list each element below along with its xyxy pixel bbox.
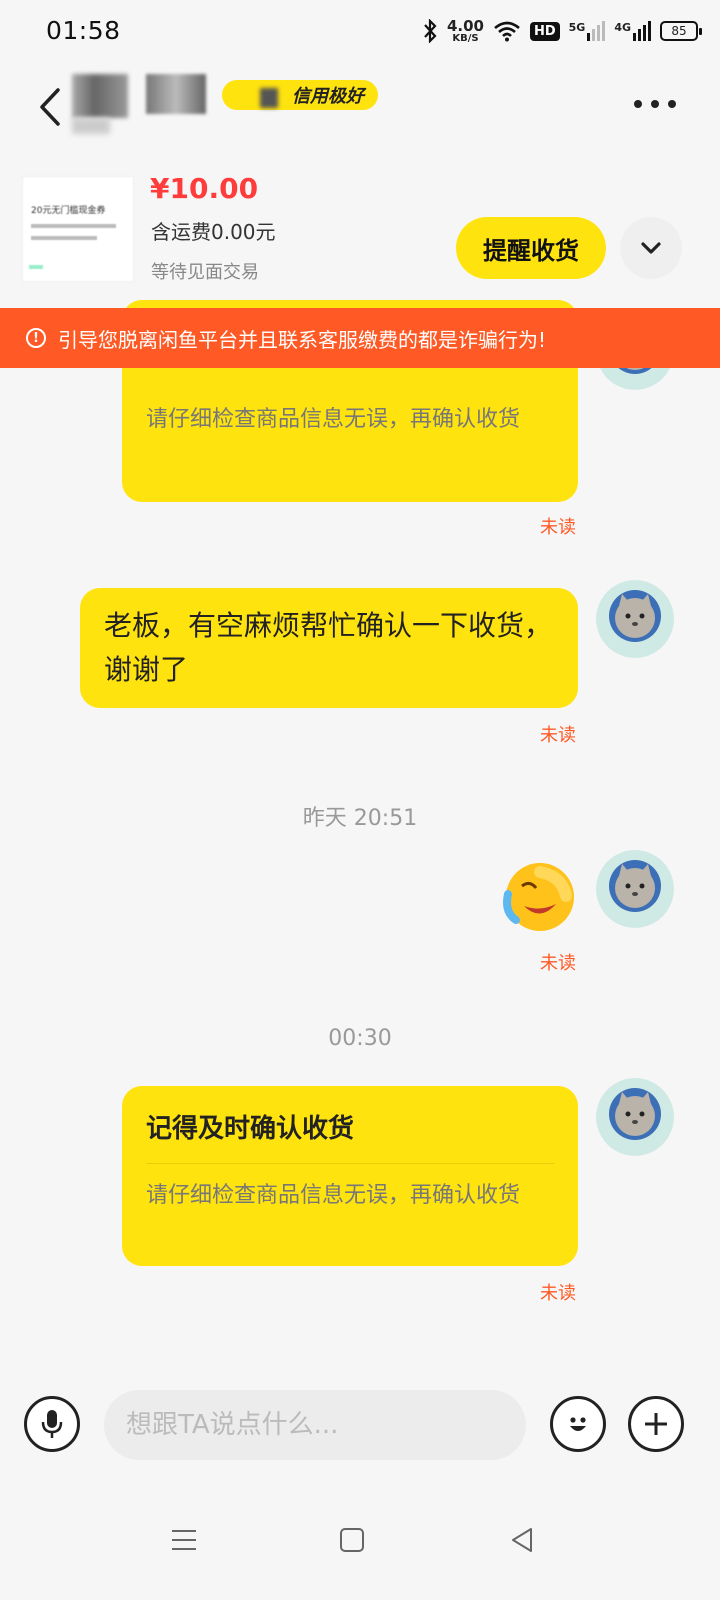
signal-5g-label: 5G xyxy=(568,21,586,34)
dot-icon xyxy=(634,100,642,108)
remind-receipt-button[interactable]: 提醒收货 xyxy=(456,217,606,279)
crying-laughing-emoji[interactable] xyxy=(500,858,578,936)
credit-label: 信用极好 xyxy=(292,86,364,107)
unread-status: 未读 xyxy=(540,953,576,974)
hd-badge: HD xyxy=(529,21,560,41)
cat-avatar-icon xyxy=(596,1078,674,1156)
product-thumbnail[interactable]: 20元无门槛现金券 xyxy=(22,176,134,282)
card-title: 记得及时确认收货 xyxy=(146,1114,355,1144)
signal-4g: 4G xyxy=(614,21,651,41)
network-speed: 4.00 KB/S xyxy=(446,16,484,44)
thumbnail-line xyxy=(31,236,97,240)
shipping-fee: 含运费0.00元 xyxy=(151,220,276,244)
square-icon xyxy=(340,1528,364,1552)
credit-badge: 信用极好 xyxy=(222,80,378,110)
voice-button[interactable] xyxy=(24,1396,80,1452)
back-button[interactable] xyxy=(28,82,72,132)
expand-button[interactable] xyxy=(620,217,682,279)
card-body: 请仔细检查商品信息无误，再确认收货 xyxy=(146,407,521,432)
dot-icon xyxy=(651,100,659,108)
crying-laughing-icon xyxy=(503,863,574,931)
redacted-username-part xyxy=(146,74,206,114)
product-price: ¥10.00 xyxy=(150,172,259,205)
redacted-subtitle xyxy=(72,118,110,134)
status-time: 01:58 xyxy=(46,16,121,45)
more-options-button[interactable] xyxy=(628,86,682,122)
message-input[interactable] xyxy=(104,1390,526,1460)
dot-icon xyxy=(668,100,676,108)
chevron-left-icon xyxy=(40,88,60,126)
redacted-badge-part xyxy=(260,88,278,108)
emoji-button[interactable] xyxy=(550,1396,606,1452)
speed-value: 4.00 xyxy=(446,16,484,35)
avatar[interactable] xyxy=(596,1078,674,1156)
back-nav-button[interactable] xyxy=(502,1520,542,1560)
more-actions-button[interactable] xyxy=(628,1396,684,1452)
warning-text: 引导您脱离闲鱼平台并且联系客服缴费的都是诈骗行为! xyxy=(58,327,547,352)
card-divider xyxy=(146,1163,554,1164)
card-body: 请仔细检查商品信息无误，再确认收货 xyxy=(146,1183,521,1208)
unread-status: 未读 xyxy=(540,725,576,746)
home-nav-button[interactable] xyxy=(332,1520,372,1560)
microphone-icon xyxy=(41,1410,63,1438)
confirm-receipt-card[interactable]: 记得及时确认收货 请仔细检查商品信息无误，再确认收货 xyxy=(122,1086,578,1266)
redacted-username xyxy=(72,74,128,118)
unread-status: 未读 xyxy=(540,517,576,538)
status-icons: 4.00 KB/S HD 5G 4G 85 xyxy=(422,16,702,46)
hamburger-icon xyxy=(172,1530,196,1550)
signal-4g-label: 4G xyxy=(614,21,631,34)
smiley-icon xyxy=(570,1417,586,1431)
order-status: 等待见面交易 xyxy=(151,262,259,283)
bluetooth-icon xyxy=(424,19,437,43)
plus-icon xyxy=(645,1413,667,1435)
unread-status: 未读 xyxy=(540,1283,576,1304)
cat-avatar-icon xyxy=(596,850,674,928)
cat-avatar-icon xyxy=(596,580,674,658)
timestamp: 00:30 xyxy=(328,1026,392,1051)
battery-icon: 85 xyxy=(660,21,702,41)
menu-nav-button[interactable] xyxy=(164,1520,204,1560)
battery-level: 85 xyxy=(671,24,687,38)
thumbnail-title: 20元无门槛现金券 xyxy=(31,206,106,216)
thumbnail-line xyxy=(31,224,116,228)
avatar[interactable] xyxy=(596,580,674,658)
exclamation-icon: ! xyxy=(26,328,46,348)
system-nav-bar xyxy=(0,1490,720,1600)
chevron-down-icon xyxy=(641,242,661,254)
speed-unit: KB/S xyxy=(452,32,479,44)
thumbnail-mark xyxy=(29,265,43,269)
status-bar: 01:58 4.00 KB/S HD 5G 4G 85 xyxy=(0,0,720,62)
timestamp: 昨天 20:51 xyxy=(302,806,418,831)
chat-message-bubble[interactable]: 老板，有空麻烦帮忙确认一下收货，谢谢了 xyxy=(80,588,578,708)
fraud-warning-banner: ! 引导您脱离闲鱼平台并且联系客服缴费的都是诈骗行为! xyxy=(0,308,720,368)
triangle-left-icon xyxy=(512,1528,532,1552)
signal-5g: 5G xyxy=(569,21,606,41)
wifi-icon xyxy=(494,21,520,42)
avatar[interactable] xyxy=(596,850,674,928)
